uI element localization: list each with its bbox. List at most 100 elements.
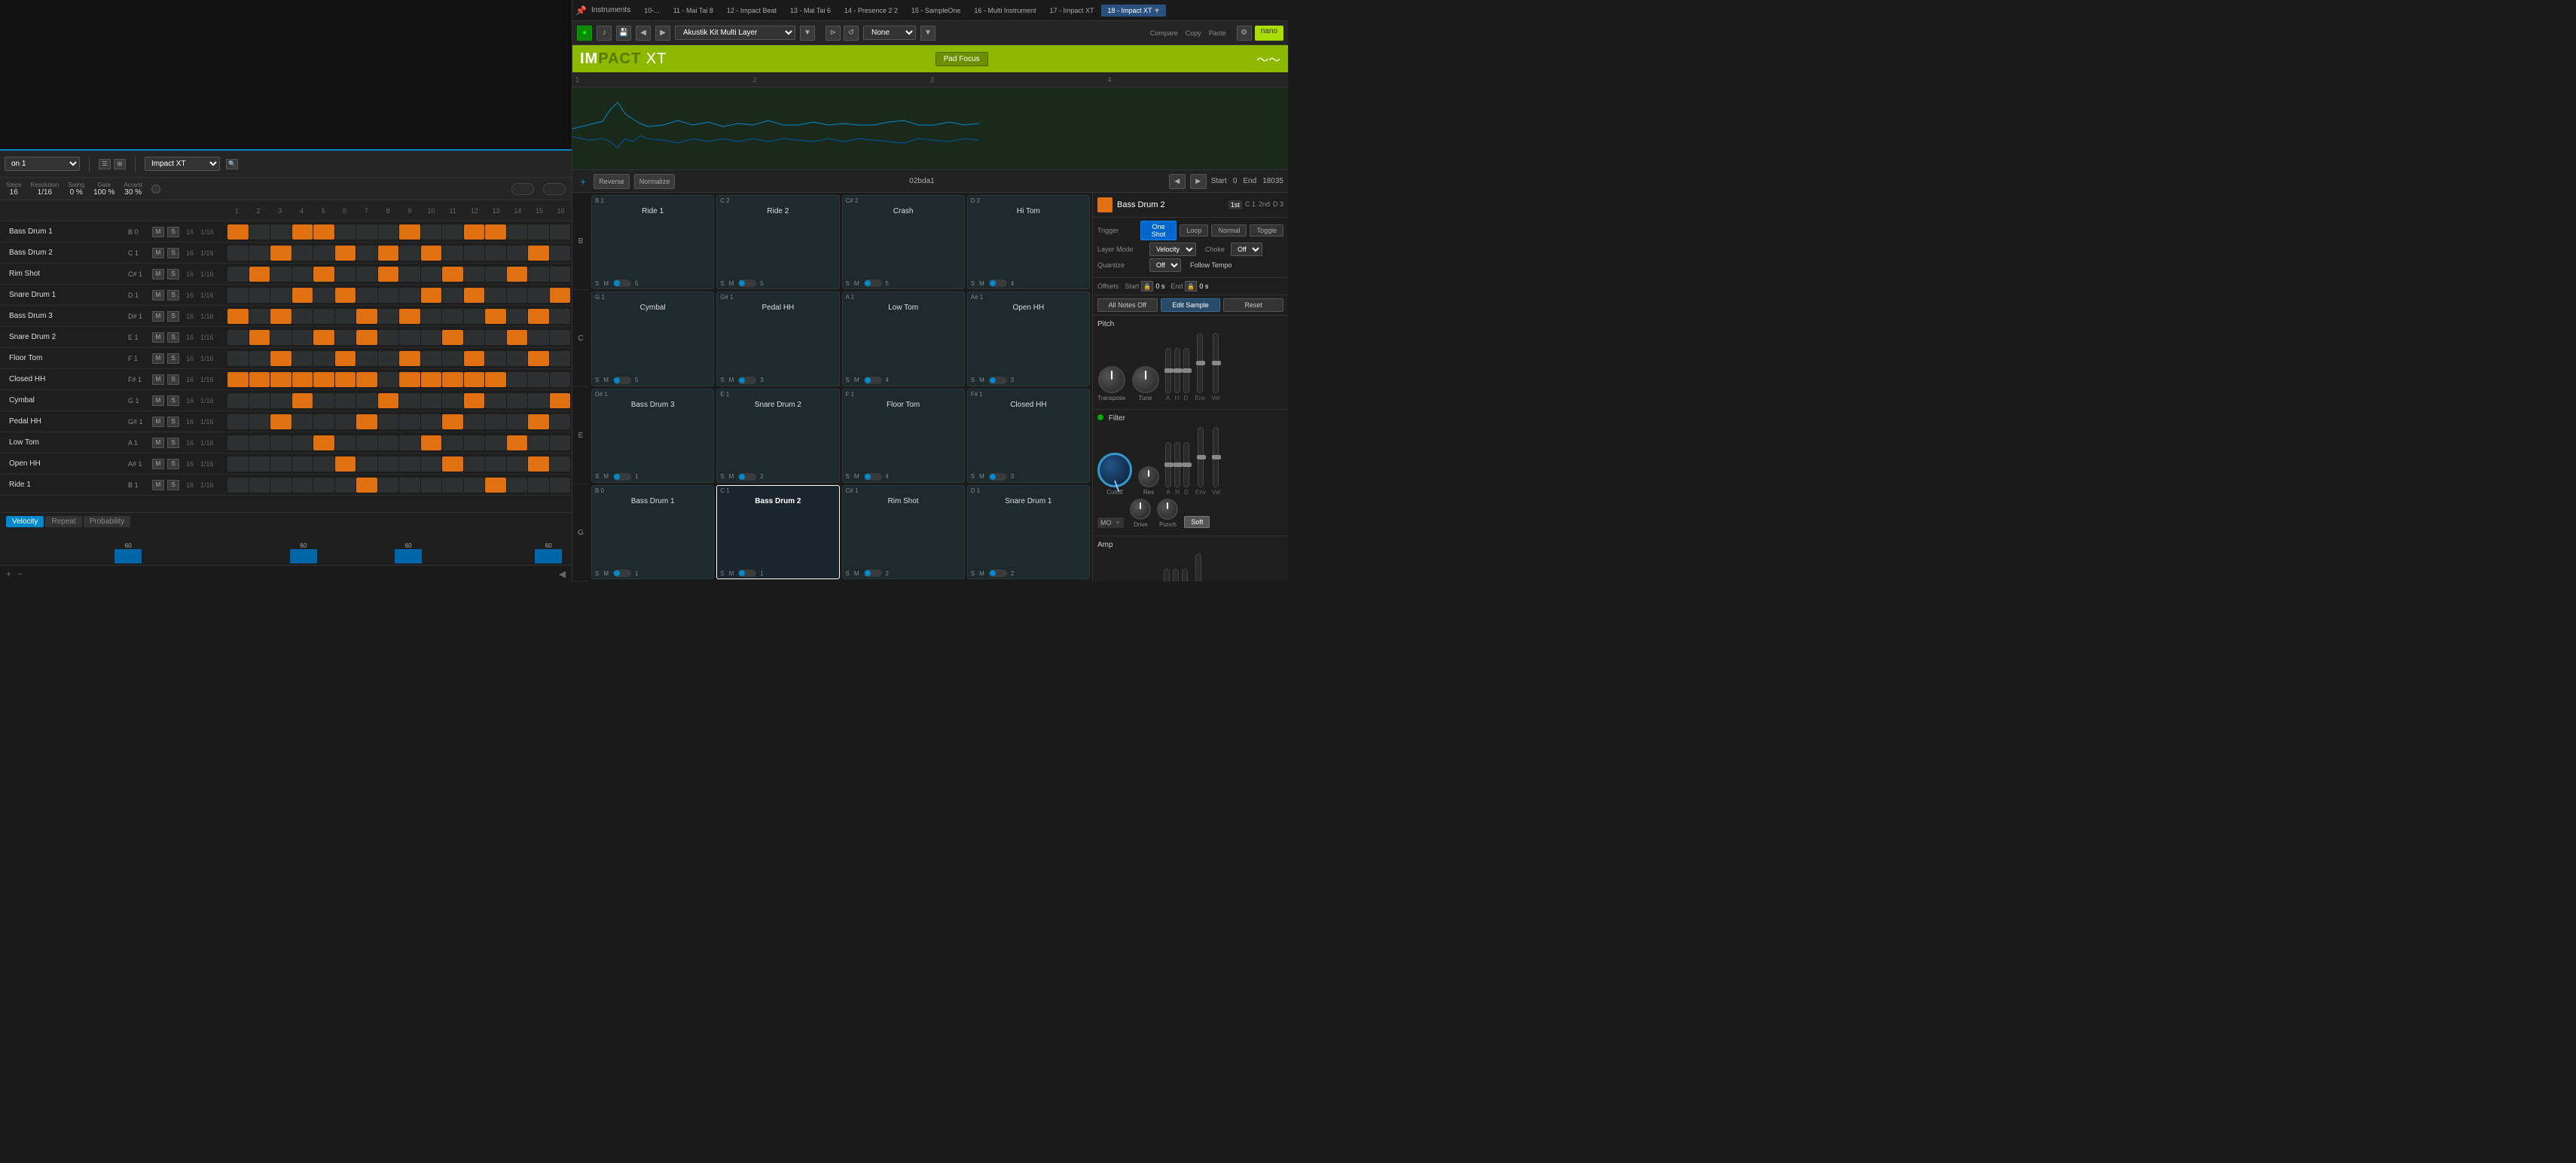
solo-btn[interactable]: S	[167, 332, 179, 343]
step-btn[interactable]	[421, 309, 442, 324]
amp-vel-slider-track[interactable]	[1195, 554, 1201, 582]
step-btn[interactable]	[356, 414, 377, 429]
pad-solo-btn[interactable]: S	[971, 377, 975, 383]
step-btn[interactable]	[227, 478, 249, 493]
mute-btn[interactable]: M	[152, 374, 164, 385]
step-btn[interactable]	[227, 224, 249, 240]
tab-probability[interactable]: Probability	[84, 516, 131, 527]
step-btn[interactable]	[399, 435, 420, 450]
pad-cell[interactable]: F# 1Closed HHSM3	[967, 389, 1090, 483]
step-btn[interactable]	[550, 393, 571, 408]
step-btn[interactable]	[528, 435, 549, 450]
step-btn[interactable]	[378, 478, 399, 493]
step-btn[interactable]	[399, 393, 420, 408]
step-btn[interactable]	[356, 288, 377, 303]
step-btn[interactable]	[485, 372, 506, 387]
step-btn[interactable]	[442, 246, 463, 261]
mute-btn[interactable]: M	[152, 227, 164, 237]
step-btn[interactable]	[227, 393, 249, 408]
step-btn[interactable]	[464, 456, 485, 472]
step-btn[interactable]	[292, 456, 313, 472]
step-btn[interactable]	[335, 288, 356, 303]
solo-btn[interactable]: S	[167, 248, 179, 258]
step-btn[interactable]	[378, 435, 399, 450]
step-btn[interactable]	[227, 267, 249, 282]
filter-a-slider-track[interactable]	[1165, 442, 1171, 487]
pad-cell[interactable]: C 1Bass Drum 2SM1	[716, 485, 839, 579]
step-btn[interactable]	[249, 330, 270, 345]
mute-btn[interactable]: M	[152, 438, 164, 448]
copy-label[interactable]: Copy	[1186, 29, 1201, 37]
step-btn[interactable]	[464, 288, 485, 303]
pitch-vel-slider-track[interactable]	[1213, 333, 1219, 393]
solo-btn[interactable]: S	[167, 290, 179, 301]
step-btn[interactable]	[335, 372, 356, 387]
step-btn[interactable]	[249, 309, 270, 324]
step-btn[interactable]	[227, 309, 249, 324]
step-btn[interactable]	[378, 372, 399, 387]
step-btn[interactable]	[249, 414, 270, 429]
step-btn[interactable]	[464, 372, 485, 387]
step-btn[interactable]	[335, 330, 356, 345]
amp-d-slider-track[interactable]	[1182, 569, 1188, 582]
step-btn[interactable]	[378, 330, 399, 345]
solo-btn[interactable]: S	[167, 395, 179, 406]
step-btn[interactable]	[442, 393, 463, 408]
step-btn[interactable]	[335, 414, 356, 429]
pad-cell[interactable]: B 1Ride 1SM5	[591, 195, 714, 289]
send-btn[interactable]: ⊳	[826, 26, 841, 41]
step-btn[interactable]	[485, 288, 506, 303]
step-btn[interactable]	[464, 478, 485, 493]
pad-cell[interactable]: C# 1Rim ShotSM2	[842, 485, 965, 579]
step-btn[interactable]	[356, 435, 377, 450]
step-btn[interactable]	[378, 414, 399, 429]
step-btn[interactable]	[313, 330, 334, 345]
layer-mode-select[interactable]: Velocity	[1149, 243, 1196, 256]
step-btn[interactable]	[335, 309, 356, 324]
mute-btn[interactable]: M	[152, 269, 164, 279]
list-icon[interactable]: ☰	[99, 159, 111, 169]
pad-mute-btn[interactable]: M	[979, 473, 984, 480]
step-btn[interactable]	[292, 372, 313, 387]
step-btn[interactable]	[335, 267, 356, 282]
step-btn[interactable]	[399, 414, 420, 429]
normal-btn[interactable]: Normal	[1211, 224, 1247, 237]
step-btn[interactable]	[399, 351, 420, 366]
step-btn[interactable]	[528, 288, 549, 303]
step-btn[interactable]	[442, 288, 463, 303]
solo-btn[interactable]: S	[167, 438, 179, 448]
pad-mute-btn[interactable]: M	[979, 570, 984, 577]
solo-btn[interactable]: S	[167, 459, 179, 469]
soft-btn[interactable]: Soft	[1184, 516, 1210, 528]
step-btn[interactable]	[485, 330, 506, 345]
punch-knob[interactable]	[1157, 499, 1178, 520]
pad-solo-btn[interactable]: S	[720, 280, 724, 287]
pad-toggle[interactable]	[738, 377, 756, 384]
reset-btn[interactable]: Reset	[1223, 298, 1283, 312]
solo-btn[interactable]: S	[167, 311, 179, 322]
step-btn[interactable]	[335, 393, 356, 408]
pad-toggle[interactable]	[989, 473, 1007, 481]
step-btn[interactable]	[442, 435, 463, 450]
pad-toggle[interactable]	[738, 569, 756, 577]
step-btn[interactable]	[421, 267, 442, 282]
step-btn[interactable]	[550, 330, 571, 345]
active-tab-arrow[interactable]: ▼	[1154, 7, 1161, 14]
step-btn[interactable]	[313, 351, 334, 366]
step-btn[interactable]	[335, 456, 356, 472]
step-btn[interactable]	[270, 456, 291, 472]
pad-mute-btn[interactable]: M	[854, 473, 859, 480]
step-btn[interactable]	[399, 309, 420, 324]
step-btn[interactable]	[249, 435, 270, 450]
next-btn[interactable]: ▶	[655, 26, 670, 41]
step-btn[interactable]	[528, 393, 549, 408]
pad-toggle[interactable]	[989, 279, 1007, 287]
step-btn[interactable]	[249, 456, 270, 472]
pad-cell[interactable]: D# 1Bass Drum 3SM1	[591, 389, 714, 483]
pad-solo-btn[interactable]: S	[846, 377, 850, 383]
step-btn[interactable]	[399, 246, 420, 261]
pad-cell[interactable]: E 1Snare Drum 2SM2	[716, 389, 839, 483]
step-btn[interactable]	[442, 309, 463, 324]
step-btn[interactable]	[356, 372, 377, 387]
step-btn[interactable]	[421, 456, 442, 472]
